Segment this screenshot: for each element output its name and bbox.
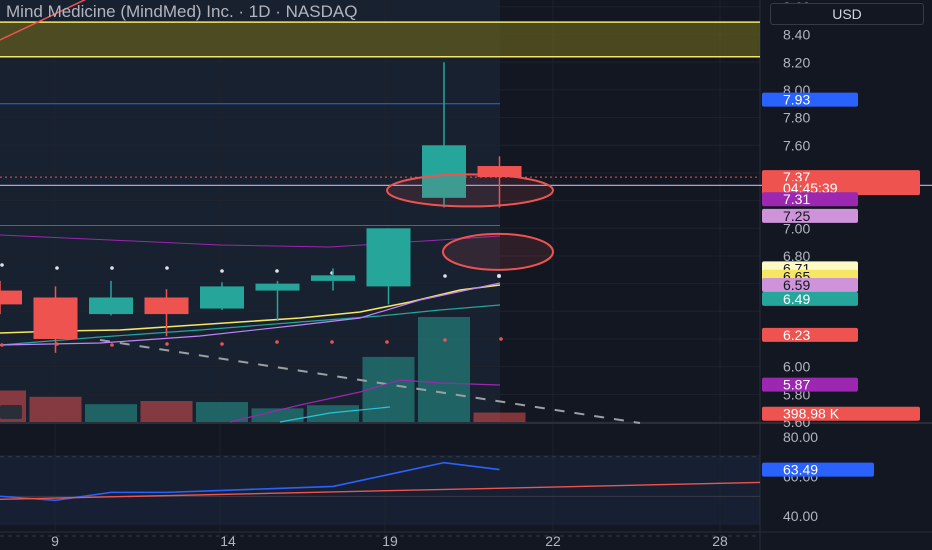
price-tag-text: 5.87 <box>783 377 810 393</box>
resistance-zone[interactable] <box>0 22 760 57</box>
indicator-dot-red <box>110 343 114 347</box>
candle-body[interactable] <box>255 283 300 291</box>
volume-bar <box>29 396 82 422</box>
price-tag-text: 6.23 <box>783 327 810 343</box>
indicator-dot <box>275 269 279 273</box>
volume-bar <box>85 404 137 422</box>
indicator-dot <box>497 274 501 278</box>
rsi-tag-text: 63.49 <box>783 462 818 478</box>
rsi-tick-label: 80.00 <box>783 429 818 445</box>
price-tag-text: 7.25 <box>783 208 810 224</box>
time-tick-label: 28 <box>712 533 728 549</box>
indicator-dot <box>110 266 114 270</box>
price-tick-label: 8.40 <box>783 27 810 43</box>
indicator-dot-red <box>220 342 224 346</box>
indicator-dot-red <box>330 340 334 344</box>
rsi-band-fill <box>0 455 760 525</box>
price-tag-text: 7.31 <box>783 191 810 207</box>
price-chart[interactable]: 8.608.408.208.007.807.607.006.806.005.80… <box>0 0 932 550</box>
indicator-dot-red <box>385 340 389 344</box>
candle-body[interactable] <box>33 297 78 339</box>
candle-body[interactable] <box>144 297 189 315</box>
currency-button[interactable]: USD <box>770 3 924 25</box>
volume-bar <box>307 405 359 422</box>
indicator-dot <box>165 266 169 270</box>
volume-bar <box>473 412 526 422</box>
rsi-tick-label: 40.00 <box>783 508 818 524</box>
candle-body[interactable] <box>0 290 22 305</box>
time-tick-label: 14 <box>220 533 236 549</box>
indicator-dot-red <box>275 340 279 344</box>
indicator-dot-red <box>0 343 4 347</box>
indicator-dot <box>443 274 447 278</box>
indicator-dot <box>0 263 4 267</box>
highlight-ellipse[interactable] <box>442 232 554 271</box>
chart-title: Mind Medicine (MindMed) Inc. · 1D · NASD… <box>6 2 358 21</box>
indicator-dot <box>220 269 224 273</box>
price-tick-label: 7.60 <box>783 137 810 153</box>
price-tag-text: 398.98 K <box>783 406 840 422</box>
price-tick-label: 6.00 <box>783 359 810 375</box>
price-tick-label: 7.80 <box>783 110 810 126</box>
price-tick-label: 8.20 <box>783 54 810 70</box>
highlight-ellipse[interactable] <box>386 173 554 208</box>
price-tag-text: 6.49 <box>783 291 810 307</box>
time-tick-label: 22 <box>545 533 561 549</box>
candle-body[interactable] <box>89 297 133 315</box>
volume-bar <box>140 401 193 422</box>
indicator-dot <box>55 266 59 270</box>
time-tick-label: 9 <box>51 533 59 549</box>
indicator-dot-red <box>165 342 169 346</box>
time-tick-label: 19 <box>382 533 398 549</box>
pane-toggle-icon[interactable] <box>0 405 22 419</box>
indicator-dot-red <box>499 337 503 341</box>
candle-body[interactable] <box>200 286 244 309</box>
candle-body[interactable] <box>366 228 411 287</box>
candle-body[interactable] <box>311 275 355 281</box>
volume-bar <box>418 317 470 422</box>
indicator-dot-red <box>443 338 447 342</box>
price-tag-text: 7.93 <box>783 92 810 108</box>
